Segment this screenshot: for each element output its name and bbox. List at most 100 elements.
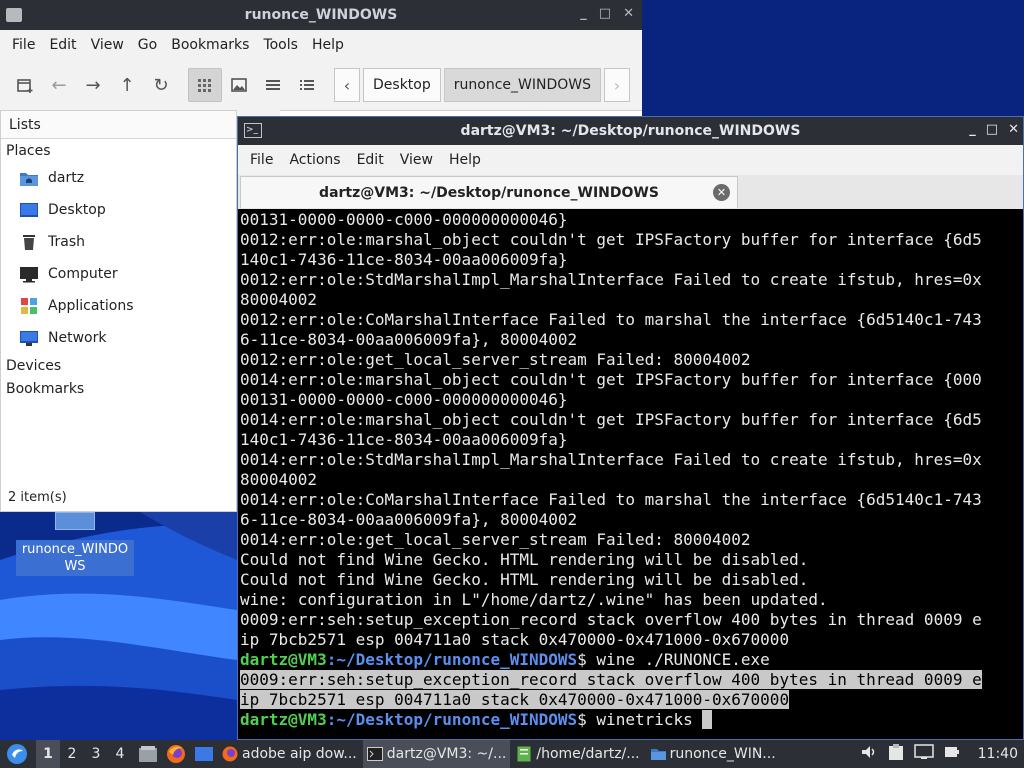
maximize-icon[interactable]: □ [599,6,611,21]
task-label: /home/dartz/... [536,746,640,762]
chevron-right-icon: › [613,75,621,95]
output-text: 0014:err:ole:marshal_object couldn't get… [240,370,982,389]
file-manager-titlebar[interactable]: runonce_WINDOWS _ □ ✕ [0,0,642,30]
launch-file-manager[interactable] [136,742,160,766]
launch-firefox[interactable] [164,742,188,766]
output-line: ip 7bcb2571 esp 004711a0 stack 0x470000-… [240,690,1023,710]
place-computer[interactable]: Computer [1,258,236,290]
output-text: ip 7bcb2571 esp 004711a0 stack 0x470000-… [240,630,790,649]
workspace-1[interactable]: 1 [36,740,60,768]
grid-icon [198,79,211,92]
arrow-left-icon: ← [51,74,67,96]
task-label: adobe aip dow... [242,746,357,762]
output-text: Could not find Wine Gecko. HTML renderin… [240,550,809,569]
up-button[interactable]: ↑ [110,68,144,102]
minimize-icon[interactable]: _ [969,122,976,137]
maximize-icon[interactable]: □ [986,122,998,137]
show-desktop[interactable] [192,742,216,766]
output-line: 0014:err:ole:CoMarshalInterface Failed t… [240,490,1023,510]
arrow-up-icon: ↑ [119,74,135,96]
breadcrumb-scroll-left[interactable]: ‹ [334,68,360,102]
task-text-editor[interactable]: /home/dartz/... [512,740,643,768]
breadcrumb-current[interactable]: runonce_WINDOWS [443,68,601,102]
breadcrumb-scroll-right[interactable]: › [603,68,630,102]
menu-actions[interactable]: Actions [289,152,340,168]
desktop-folder-runonce[interactable]: runonce_WINDOWS [16,512,134,576]
task-label: dartz@VM3: ~/... [386,746,507,762]
thumbnail-view-button[interactable] [222,68,256,102]
compact-view-button[interactable] [256,68,290,102]
menu-tools[interactable]: Tools [263,37,298,53]
output-line: 00131-0000-0000-c000-000000000046} [240,390,1023,410]
desktop-icon-label: runonce_WINDOWS [16,540,134,576]
volume-icon[interactable] [860,744,878,764]
output-text: 0012:err:ole:CoMarshalInterface Failed t… [240,310,982,329]
terminal-titlebar[interactable]: >_ dartz@VM3: ~/Desktop/runonce_WINDOWS … [238,117,1023,145]
place-desktop[interactable]: Desktop [1,194,236,226]
output-line: 0009:err:seh:setup_exception_record stac… [240,670,1023,690]
show-desktop-icon [195,747,213,761]
workspace-3[interactable]: 3 [84,746,108,762]
menu-view[interactable]: View [91,37,124,53]
clipboard-icon[interactable] [888,743,904,765]
side-pane: Lists Places dartz Desktop Trash Compute… [0,110,237,512]
new-window-button[interactable] [8,68,42,102]
prompt-symbol: $ [577,710,597,729]
text-editor-icon [516,746,532,762]
minimize-icon[interactable]: _ [580,6,587,21]
terminal-tab[interactable]: dartz@VM3: ~/Desktop/runonce_WINDOWS ✕ [240,176,738,208]
places-header: Places [6,142,51,159]
power-icon[interactable] [944,744,960,764]
file-manager-title: runonce_WINDOWS [244,7,398,23]
task-firefox[interactable]: adobe aip dow... [218,740,361,768]
output-line: 80004002 [240,290,1023,310]
start-menu-button[interactable] [4,741,30,767]
clock[interactable]: 11:40 [978,746,1018,762]
detail-view-button[interactable] [290,68,324,102]
place-network[interactable]: Network [1,322,236,354]
menu-file[interactable]: File [12,37,35,53]
text-cursor [702,710,713,729]
output-text: 0009:err:seh:setup_exception_record stac… [240,670,982,689]
back-button[interactable]: ← [42,68,76,102]
close-icon[interactable]: ✕ [623,6,634,21]
task-terminal[interactable]: dartz@VM3: ~/... [362,740,511,768]
taskbar: 1 2 3 4 adobe aip dow... dartz@VM3: ~/..… [0,740,1024,768]
output-text: 0012:err:ole:get_local_server_stream Fai… [240,350,751,369]
menu-help[interactable]: Help [449,152,481,168]
output-line: 00131-0000-0000-c000-000000000046} [240,210,1023,230]
workspace-4[interactable]: 4 [108,746,132,762]
icon-view-button[interactable] [188,68,222,102]
output-line: 0014:err:ole:StdMarshalImpl_MarshalInter… [240,450,1023,470]
task-file-manager[interactable]: runonce_WIN... [646,740,780,768]
workspace-2[interactable]: 2 [60,746,84,762]
forward-button[interactable]: → [76,68,110,102]
menu-edit[interactable]: Edit [49,37,76,53]
output-text: 6-11ce-8034-00aa006009fa}, 80004002 [240,510,578,529]
reload-button[interactable]: ↻ [144,68,178,102]
place-trash[interactable]: Trash [1,226,236,258]
breadcrumb-desktop[interactable]: Desktop [363,68,441,102]
menu-edit[interactable]: Edit [357,152,384,168]
network-status-icon[interactable] [913,744,934,764]
output-line: 0014:err:ole:marshal_object couldn't get… [240,410,1023,430]
close-icon[interactable]: ✕ [1008,122,1019,137]
menu-help[interactable]: Help [312,37,344,53]
output-text: 0014:err:ole:get_local_server_stream Fai… [240,530,751,549]
place-applications[interactable]: Applications [1,290,236,322]
menu-bookmarks[interactable]: Bookmarks [171,37,249,53]
bookmarks-header[interactable]: Bookmarks [1,377,236,400]
terminal-output[interactable]: 00131-0000-0000-c000-000000000046} 0012:e… [238,210,1023,740]
place-dartz[interactable]: dartz [1,162,236,194]
output-text: 6-11ce-8034-00aa006009fa}, 80004002 [240,330,578,349]
output-text: 00131-0000-0000-c000-000000000046} [240,210,568,229]
list-detail-icon [300,80,314,90]
menu-file[interactable]: File [250,152,273,168]
side-pane-mode-select[interactable]: Lists [1,111,236,139]
devices-header[interactable]: Devices [1,354,236,377]
menu-view[interactable]: View [400,152,433,168]
close-tab-icon[interactable]: ✕ [713,184,730,201]
output-text: 140c1-7436-11ce-8034-00aa006009fa} [240,430,568,449]
menu-go[interactable]: Go [138,37,157,53]
prompt-path: :~/Desktop/runonce_WINDOWS [326,710,578,729]
